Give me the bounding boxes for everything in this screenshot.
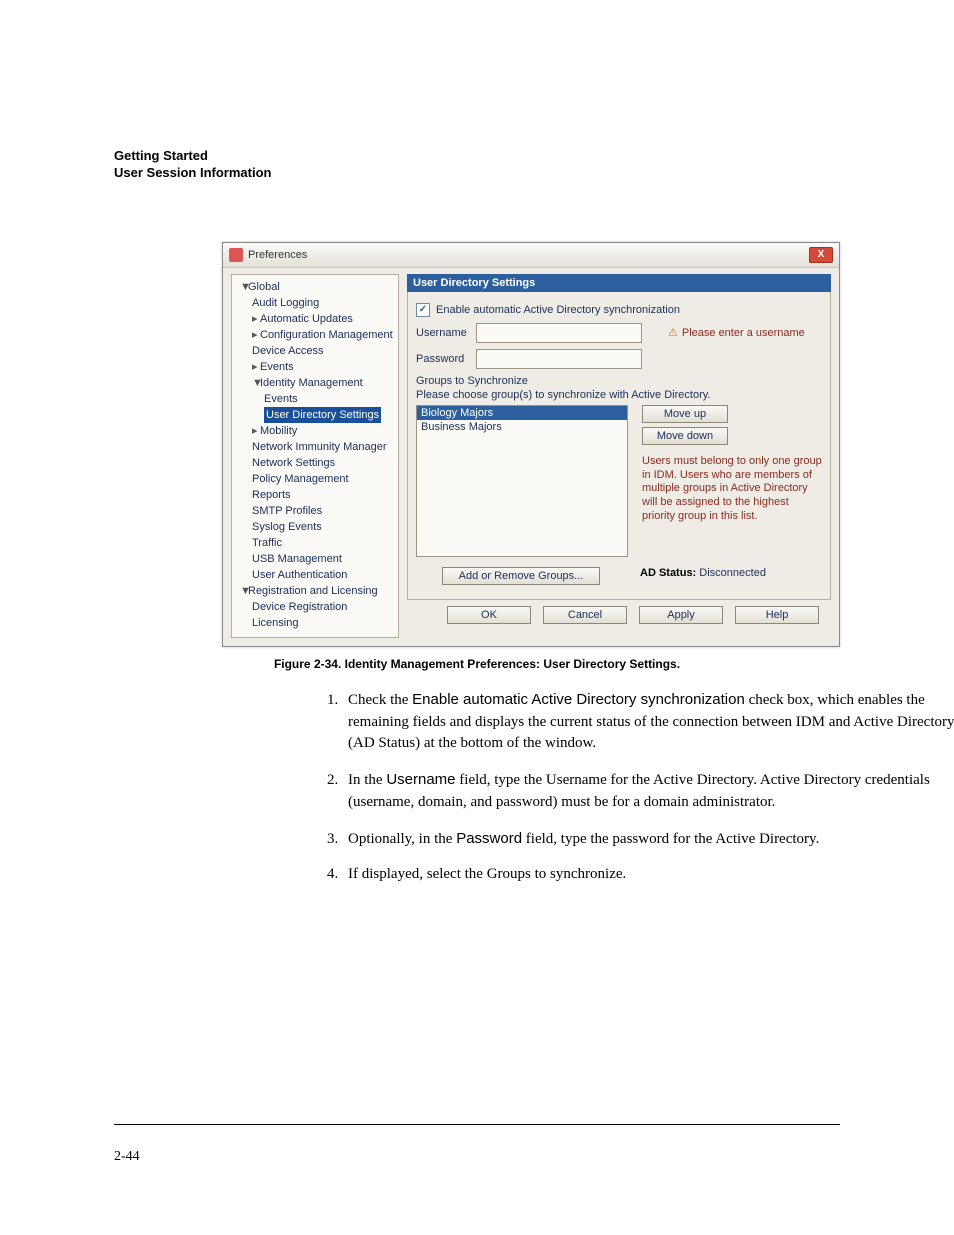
apply-button[interactable]: Apply bbox=[639, 606, 723, 624]
move-up-button[interactable]: Move up bbox=[642, 405, 728, 423]
tree-device-access[interactable]: Device Access bbox=[234, 343, 396, 359]
dialog-titlebar: Preferences X bbox=[223, 243, 839, 268]
step-1: Check the Enable automatic Active Direct… bbox=[342, 689, 954, 755]
tree-identity-events[interactable]: Events bbox=[234, 391, 396, 407]
tree-smtp-profiles[interactable]: SMTP Profiles bbox=[234, 503, 396, 519]
tree-device-registration[interactable]: Device Registration bbox=[234, 599, 396, 615]
cancel-button[interactable]: Cancel bbox=[543, 606, 627, 624]
step-2: In the Username field, type the Username… bbox=[342, 769, 954, 814]
ok-button[interactable]: OK bbox=[447, 606, 531, 624]
tree-reports[interactable]: Reports bbox=[234, 487, 396, 503]
figure-caption: Figure 2-34. Identity Management Prefere… bbox=[114, 657, 840, 671]
username-input[interactable] bbox=[476, 323, 642, 343]
tree-identity-management[interactable]: ▼Identity Management bbox=[234, 375, 396, 391]
tree-syslog-events[interactable]: Syslog Events bbox=[234, 519, 396, 535]
ad-status-label: AD Status: bbox=[640, 567, 696, 579]
enable-sync-checkbox[interactable]: ✓ bbox=[416, 303, 430, 317]
instruction-list: Check the Enable automatic Active Direct… bbox=[314, 689, 954, 886]
move-down-button[interactable]: Move down bbox=[642, 427, 728, 445]
close-icon[interactable]: X bbox=[809, 247, 833, 263]
step-3: Optionally, in the Password field, type … bbox=[342, 828, 954, 851]
header-line2: User Session Information bbox=[114, 165, 840, 182]
groups-help: Please choose group(s) to synchronize wi… bbox=[416, 389, 822, 401]
group-business-majors[interactable]: Business Majors bbox=[417, 420, 627, 434]
dialog-buttons: OK Cancel Apply Help bbox=[407, 600, 831, 638]
tree-user-directory-settings[interactable]: User Directory Settings bbox=[234, 407, 396, 423]
username-label: Username bbox=[416, 327, 476, 339]
add-remove-groups-button[interactable]: Add or Remove Groups... bbox=[442, 567, 600, 585]
group-biology-majors[interactable]: Biology Majors bbox=[417, 406, 627, 420]
tree-user-authentication[interactable]: User Authentication bbox=[234, 567, 396, 583]
preferences-dialog: Preferences X ▼Global Audit Logging ▸Aut… bbox=[222, 242, 840, 647]
footer-rule bbox=[114, 1124, 840, 1125]
tree-licensing[interactable]: Licensing bbox=[234, 615, 396, 631]
password-input[interactable] bbox=[476, 349, 642, 369]
tree-configuration-management[interactable]: ▸Configuration Management bbox=[234, 327, 396, 343]
tree-policy-management[interactable]: Policy Management bbox=[234, 471, 396, 487]
tree-audit-logging[interactable]: Audit Logging bbox=[234, 295, 396, 311]
help-button[interactable]: Help bbox=[735, 606, 819, 624]
dialog-title: Preferences bbox=[248, 249, 307, 261]
tree-registration-and-licensing[interactable]: ▼Registration and Licensing bbox=[234, 583, 396, 599]
tree-network-immunity-manager[interactable]: Network Immunity Manager bbox=[234, 439, 396, 455]
tree-events[interactable]: ▸Events bbox=[234, 359, 396, 375]
password-label: Password bbox=[416, 353, 476, 365]
step-4: If displayed, select the Groups to synch… bbox=[342, 864, 954, 886]
nav-tree: ▼Global Audit Logging ▸Automatic Updates… bbox=[231, 274, 399, 638]
ad-status-value: Disconnected bbox=[699, 567, 766, 579]
groups-listbox[interactable]: Biology Majors Business Majors bbox=[416, 405, 628, 557]
enable-sync-label: Enable automatic Active Directory synchr… bbox=[436, 304, 680, 316]
tree-usb-management[interactable]: USB Management bbox=[234, 551, 396, 567]
priority-note: Users must belong to only one group in I… bbox=[642, 455, 822, 524]
header-line1: Getting Started bbox=[114, 148, 840, 165]
tree-mobility[interactable]: ▸Mobility bbox=[234, 423, 396, 439]
tree-traffic[interactable]: Traffic bbox=[234, 535, 396, 551]
page-number: 2-44 bbox=[114, 1149, 140, 1165]
panel-title: User Directory Settings bbox=[407, 274, 831, 292]
tree-automatic-updates[interactable]: ▸Automatic Updates bbox=[234, 311, 396, 327]
app-icon bbox=[229, 248, 243, 262]
tree-network-settings[interactable]: Network Settings bbox=[234, 455, 396, 471]
username-warning: Please enter a username bbox=[668, 326, 805, 339]
tree-global[interactable]: ▼Global bbox=[234, 279, 396, 295]
groups-fieldset-label: Groups to Synchronize bbox=[416, 375, 822, 387]
ad-status: AD Status: Disconnected bbox=[640, 567, 766, 589]
page-header: Getting Started User Session Information bbox=[114, 148, 840, 182]
user-directory-panel: ✓ Enable automatic Active Directory sync… bbox=[407, 292, 831, 600]
